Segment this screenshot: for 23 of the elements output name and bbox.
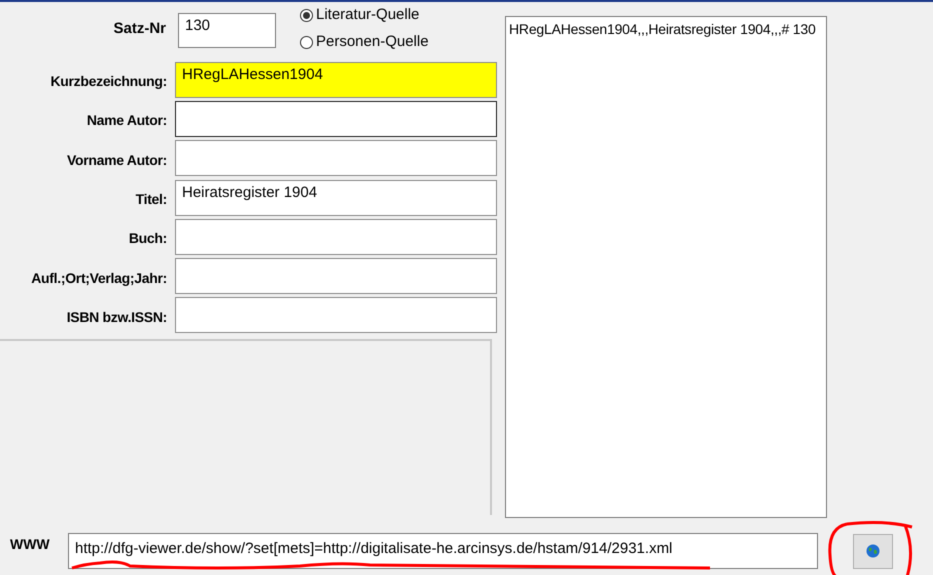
text-field[interactable]: HRegLAHessen1904 [175,62,497,98]
field-label: Name Autor: [86,111,167,130]
text-field[interactable] [175,140,497,176]
field-label: Vorname Autor: [66,150,167,170]
field-label: Titel: [134,190,167,210]
text-field[interactable]: Heiratsregister 1904 [175,180,497,216]
field-label: Kurzbezeichnung: [49,72,167,92]
text-field[interactable] [175,258,497,294]
text-field[interactable] [175,218,497,255]
www-label: WWW [10,534,51,554]
field-label: ISBN bzw.ISSN: [66,308,167,327]
text-field[interactable] [175,100,497,137]
source-type-radio[interactable]: Personen-Quelle [300,32,429,53]
url-field[interactable]: http://dfg-viewer.de/show/?set[mets]=http://digitalisate-he.arcinsys.de/hstam/914/2931.xml [68,533,818,569]
text-field[interactable] [175,297,497,334]
open-browser-button[interactable] [853,534,893,568]
field-label: Buch: [128,229,167,248]
source-type-radio[interactable]: Literatur-Quelle [300,5,429,26]
field-label: Aufl.;Ort;Verlag;Jahr: [30,268,167,288]
preview-text-area: HRegLAHessen1904,,,Heiratsregister 1904,,,# 130 [505,16,827,518]
field-label: Satz-Nr [112,19,167,39]
globe-icon [866,544,880,558]
record-number-field[interactable]: 130 [178,13,276,48]
